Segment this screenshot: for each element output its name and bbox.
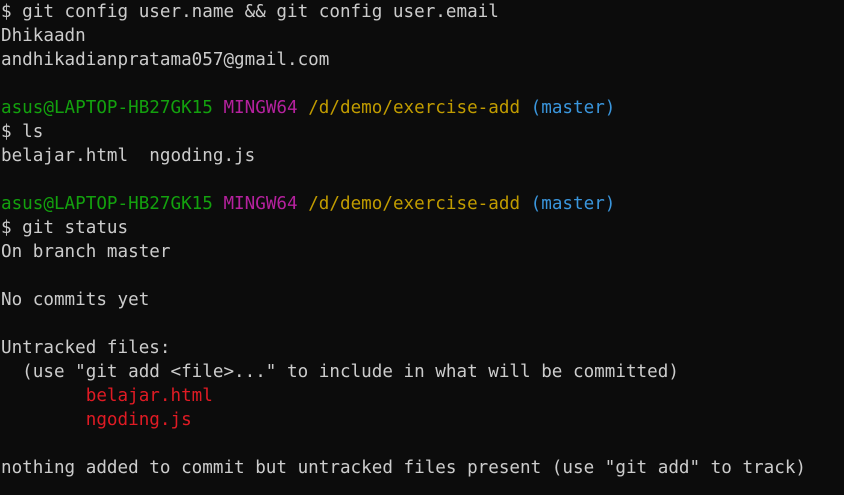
terminal-line: nothing added to commit but untracked fi… [1,456,844,480]
terminal-text-segment: (master) [530,194,616,214]
terminal-text-segment: MINGW64 [223,98,298,118]
terminal-text-segment: $ git status [1,218,129,238]
terminal-line: Untracked files: [1,336,844,360]
terminal-text-segment: /d/demo/exercise-add [308,98,521,118]
terminal-text-segment: Untracked files: [1,338,171,358]
terminal-line: belajar.html [1,384,844,408]
terminal-line: asus@LAPTOP-HB27GK15 MINGW64 /d/demo/exe… [1,192,844,216]
terminal-text-segment: asus@LAPTOP-HB27GK15 [1,194,213,214]
terminal-text-segment: No commits yet [1,290,150,310]
terminal-line: $ ls [1,120,844,144]
terminal-line: andhikadianpratama057@gmail.com [1,48,844,72]
terminal-line: Dhikaadn [1,24,844,48]
terminal-text-segment: belajar.html [85,386,213,406]
terminal-line: asus@LAPTOP-HB27GK15 MINGW64 /d/demo/exe… [1,96,844,120]
terminal-line: $ git config user.name && git config use… [1,0,844,24]
terminal-text-segment: belajar.html ngoding.js [1,146,256,166]
terminal-text-segment: $ ls [1,122,44,142]
terminal-line: $ git status [1,216,844,240]
terminal-text-segment: $ git config user.name && git config use… [1,2,499,22]
terminal-text-segment: /d/demo/exercise-add [308,194,521,214]
terminal-text-segment: MINGW64 [223,194,298,214]
terminal-text-segment: On branch master [1,242,171,262]
terminal-window[interactable]: $ git config user.name && git config use… [0,0,844,495]
terminal-text-segment: asus@LAPTOP-HB27GK15 [1,98,213,118]
terminal-text-segment: Dhikaadn [1,26,86,46]
terminal-text-segment: (master) [530,98,616,118]
terminal-text-segment: nothing added to commit but untracked fi… [1,458,807,478]
terminal-text-segment: (use "git add <file>..." to include in w… [1,362,679,382]
terminal-line: ngoding.js [1,408,844,432]
terminal-line: (use "git add <file>..." to include in w… [1,360,844,384]
terminal-line: On branch master [1,240,844,264]
terminal-line: belajar.html ngoding.js [1,144,844,168]
terminal-line: No commits yet [1,288,844,312]
terminal-text-segment: ngoding.js [85,410,192,430]
terminal-text-segment: andhikadianpratama057@gmail.com [1,50,330,70]
